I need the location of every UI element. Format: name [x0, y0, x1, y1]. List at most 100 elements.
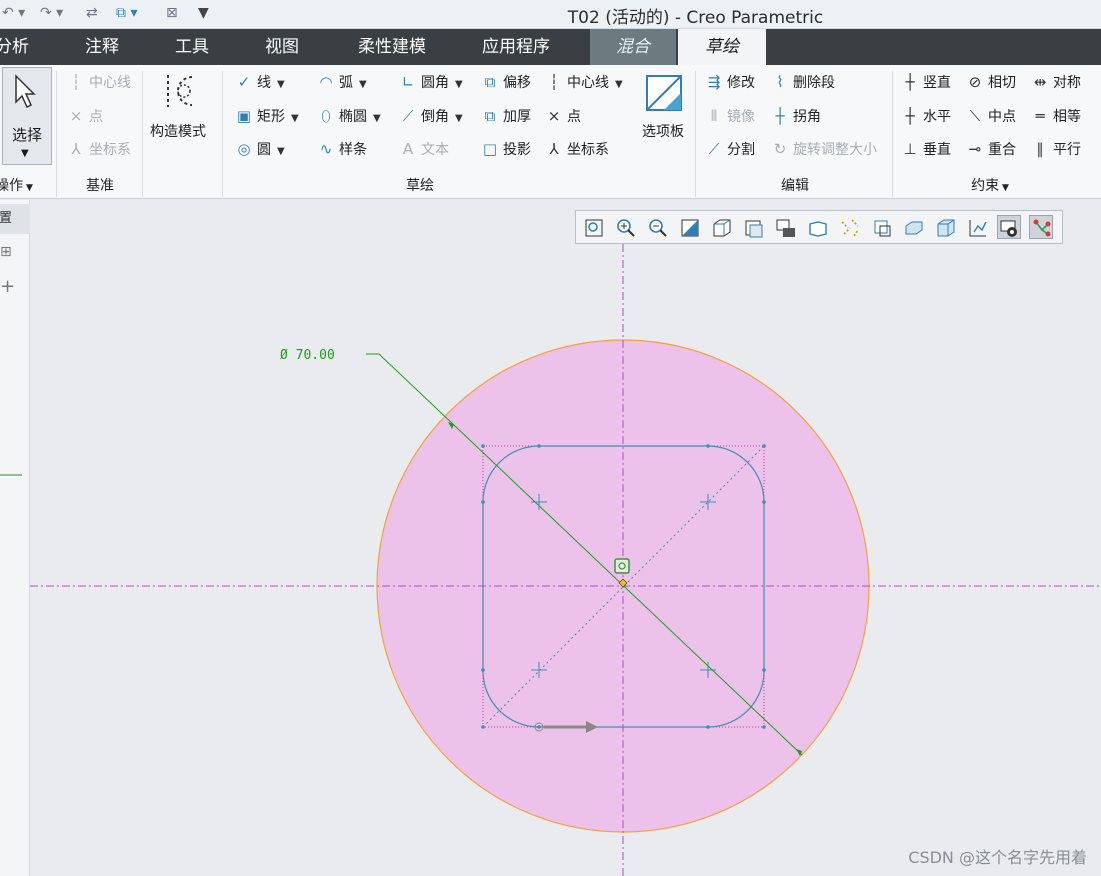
sketch-csys-button[interactable]: ⅄ 坐标系 [544, 136, 609, 162]
operations-group-label[interactable]: 操作 ▼ [0, 175, 38, 195]
layer-icon[interactable]: ⊞ [0, 244, 12, 260]
point-icon: × [547, 107, 561, 125]
ellipse-button[interactable]: ⬯ 椭圆 ▼ [316, 103, 380, 129]
chevron-down-icon: ▼ [21, 148, 29, 159]
delete-segment-icon: ⌇ [776, 73, 784, 91]
ribbon: 选择 ▼ 操作 ▼ ┆ 中心线 × 点 ⅄ 坐标系 基准 构造模式 ✓ 线 ▼ ▣ 矩形 ▼ … [0, 65, 1101, 199]
tab-sketch[interactable]: 草绘 [678, 29, 766, 65]
sketch-canvas[interactable]: Ø 70.00 [30, 200, 1101, 876]
perspective-icon[interactable] [805, 215, 829, 239]
sketch-view-icon[interactable] [997, 215, 1021, 239]
centerline-icon: ┆ [549, 73, 559, 91]
corner-button[interactable]: ┼ 拐角 [770, 103, 821, 129]
arc-button[interactable]: ◠ 弧 ▼ [316, 69, 366, 95]
parallel-constraint-button[interactable]: ∥ 平行 [1030, 136, 1081, 162]
placement-tab[interactable]: 放置 [0, 204, 30, 234]
cursor-arrow-icon [15, 74, 36, 109]
separator [142, 71, 143, 197]
datum-centerline-button[interactable]: ┆ 中心线 [66, 69, 131, 95]
vertical-icon: ┼ [905, 73, 915, 91]
perpendicular-constraint-button[interactable]: ⊥ 垂直 [900, 136, 951, 162]
thicken-icon: ⧉ [484, 107, 496, 125]
wireframe-view-icon[interactable] [933, 215, 957, 239]
coincident-icon: ⊸ [968, 140, 982, 158]
coincident-constraint-button[interactable]: ⊸ 重合 [965, 136, 1016, 162]
project-button[interactable]: □ 投影 [480, 136, 531, 162]
construction-mode-button[interactable]: 构造模式 [150, 119, 206, 145]
constrain-group-label[interactable]: 约束 ▼ [960, 175, 1020, 195]
rectangle-button[interactable]: ▣ 矩形 ▼ [234, 103, 299, 129]
tab-analysis[interactable]: 分析 [0, 29, 30, 65]
rectangle-icon: ▣ [236, 107, 252, 125]
panel-indicator [0, 474, 22, 476]
offset-icon: ⧉ [484, 73, 496, 91]
palette-icon[interactable] [644, 73, 684, 113]
divide-button[interactable]: ⟋ 分割 [704, 136, 755, 162]
refit-icon[interactable] [581, 215, 605, 239]
parallel-icon: ∥ [1036, 140, 1044, 158]
tab-tools[interactable]: 工具 [164, 29, 220, 65]
tab-applications[interactable]: 应用程序 [474, 29, 558, 65]
line-icon: ✓ [237, 73, 251, 91]
tab-view[interactable]: 视图 [254, 29, 310, 65]
circle-icon: ◎ [237, 140, 251, 158]
zoom-out-icon[interactable] [645, 215, 669, 239]
datum-group-label: 基准 [86, 178, 114, 194]
constraint-display-icon[interactable] [1029, 215, 1053, 239]
chamfer-button[interactable]: ⟋ 倒角 ▼ [398, 103, 463, 129]
sketch-point-button[interactable]: × 点 [544, 103, 581, 129]
midpoint-icon: ⟍ [969, 107, 981, 125]
tab-annotate[interactable]: 注释 [74, 29, 130, 65]
shaded-view-icon[interactable] [901, 215, 925, 239]
horizontal-constraint-button[interactable]: ┼ 水平 [900, 103, 951, 129]
tab-blend[interactable]: 混合 [590, 29, 676, 65]
datum-point-button[interactable]: × 点 [66, 103, 103, 129]
dimension-text[interactable]: Ø 70.00 [280, 348, 335, 363]
repaint-icon[interactable] [677, 215, 701, 239]
mirror-button[interactable]: ⫴ 镜像 [704, 103, 755, 129]
spline-button[interactable]: ∿ 样条 [316, 136, 367, 162]
chamfer-icon: ⟋ [402, 107, 414, 125]
zoom-in-icon[interactable] [613, 215, 637, 239]
midpoint-constraint-button[interactable]: ⟍ 中点 [965, 103, 1016, 129]
horizontal-icon: ┼ [905, 107, 915, 125]
centerline-icon: ┆ [71, 73, 81, 91]
ellipse-icon: ⬯ [321, 107, 331, 125]
fillet-button[interactable]: ∟ 圆角 ▼ [398, 69, 463, 95]
display-style-icon[interactable] [773, 215, 797, 239]
line-button[interactable]: ✓ 线 ▼ [234, 69, 285, 95]
tangent-constraint-button[interactable]: ⊘ 相切 [965, 69, 1016, 95]
saved-orientations-icon[interactable] [709, 215, 733, 239]
divide-icon: ⟋ [708, 140, 720, 158]
modify-icon: ⇶ [707, 73, 721, 91]
separator [695, 71, 696, 197]
select-button[interactable]: 选择 ▼ [2, 67, 52, 165]
palette-button[interactable]: 选项板 [642, 119, 684, 145]
project-icon: □ [482, 140, 498, 158]
sketch-display-icon[interactable] [965, 215, 989, 239]
view-manager-icon[interactable] [741, 215, 765, 239]
csys-icon: ⅄ [549, 140, 559, 158]
datum-display-icon[interactable] [837, 215, 861, 239]
corner-icon: ┼ [775, 107, 785, 125]
rotate-resize-button[interactable]: ↻ 旋转调整大小 [770, 136, 877, 162]
symmetric-constraint-button[interactable]: ⇹ 对称 [1030, 69, 1081, 95]
delete-segment-button[interactable]: ⌇ 删除段 [770, 69, 835, 95]
point-icon: × [69, 107, 83, 125]
equal-constraint-button[interactable]: ═ 相等 [1030, 103, 1081, 129]
perpendicular-icon: ⊥ [903, 140, 917, 158]
sketch-centerline-button[interactable]: ┆ 中心线 ▼ [544, 69, 622, 95]
tangent-icon: ⊘ [968, 73, 982, 91]
tab-flexible-modeling[interactable]: 柔性建模 [350, 29, 434, 65]
offset-button[interactable]: ⧉ 偏移 [480, 69, 531, 95]
circle-button[interactable]: ◎ 圆 ▼ [234, 136, 284, 162]
modify-button[interactable]: ⇶ 修改 [704, 69, 755, 95]
text-button[interactable]: A 文本 [398, 136, 449, 162]
csys-icon: ⅄ [71, 140, 81, 158]
annotation-display-icon[interactable] [869, 215, 893, 239]
vertical-constraint-button[interactable]: ┼ 竖直 [900, 69, 951, 95]
construction-mode-icon[interactable] [162, 71, 202, 111]
thicken-button[interactable]: ⧉ 加厚 [480, 103, 531, 129]
datum-csys-button[interactable]: ⅄ 坐标系 [66, 136, 131, 162]
add-icon[interactable]: + [0, 276, 15, 297]
